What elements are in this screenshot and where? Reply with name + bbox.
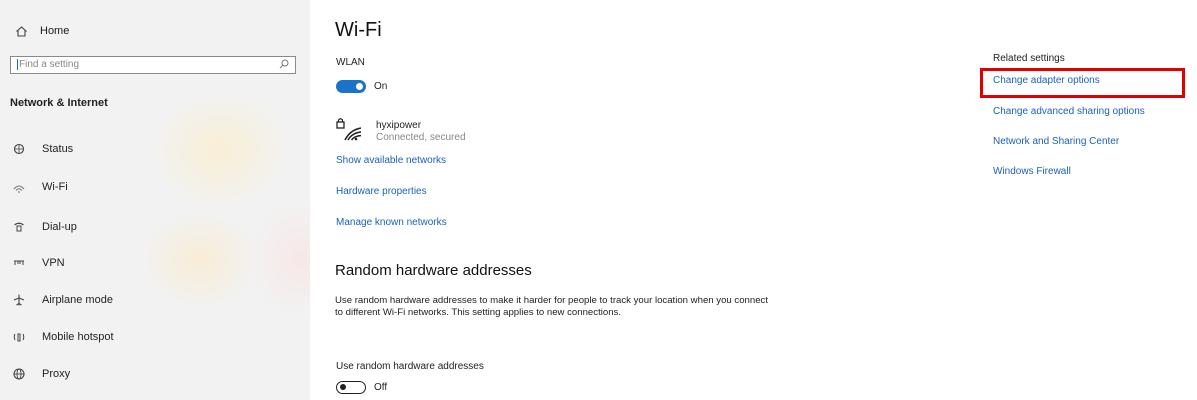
wlan-toggle-state: On [374, 81, 388, 92]
sidebar-item-wifi[interactable]: Wi-Fi [12, 180, 68, 194]
wlan-label: WLAN [336, 57, 365, 68]
network-status: Connected, secured [376, 132, 466, 143]
home-label: Home [40, 25, 70, 37]
sidebar-item-airplane[interactable]: Airplane mode [12, 293, 113, 307]
sidebar-item-label: Status [42, 143, 74, 155]
sidebar-item-label: Proxy [42, 368, 71, 380]
section-title: Network & Internet [10, 97, 108, 109]
sidebar-item-label: Dial-up [42, 221, 77, 233]
globe-icon [12, 367, 26, 381]
home-icon [14, 24, 28, 38]
wlan-toggle[interactable] [336, 80, 366, 93]
toggle-knob [340, 384, 346, 390]
hotspot-icon [12, 330, 26, 344]
search-icon[interactable] [279, 59, 289, 73]
sidebar-item-hotspot[interactable]: Mobile hotspot [12, 330, 114, 344]
sidebar-item-dialup[interactable]: Dial-up [12, 220, 77, 234]
random-hw-title: Random hardware addresses [335, 262, 532, 279]
manage-known-networks-link[interactable]: Manage known networks [336, 217, 447, 228]
status-icon [12, 142, 26, 156]
sidebar-item-home[interactable]: Home [14, 24, 69, 38]
wifi-icon [12, 180, 26, 194]
sidebar: Home Find a setting Network & Internet S… [0, 0, 310, 400]
related-settings-title: Related settings [993, 53, 1065, 64]
random-hw-description: Use random hardware addresses to make it… [335, 295, 769, 318]
random-hw-toggle-state: Off [374, 382, 388, 393]
sidebar-item-label: VPN [42, 257, 65, 269]
sidebar-item-proxy[interactable]: Proxy [12, 367, 70, 381]
airplane-icon [12, 293, 26, 307]
sidebar-item-label: Wi-Fi [42, 181, 68, 193]
sidebar-item-label: Airplane mode [42, 294, 113, 306]
wifi-secured-icon [336, 118, 362, 141]
network-name: hyxipower [376, 120, 422, 131]
show-available-networks-link[interactable]: Show available networks [336, 155, 446, 166]
toggle-knob [356, 83, 363, 90]
sidebar-item-vpn[interactable]: VPN [12, 256, 65, 270]
search-placeholder: Find a setting [19, 59, 80, 71]
random-hw-toggle-label: Use random hardware addresses [336, 361, 484, 372]
random-hw-toggle[interactable] [336, 381, 366, 394]
hardware-properties-link[interactable]: Hardware properties [336, 186, 427, 197]
dialup-icon [12, 220, 26, 234]
sidebar-item-label: Mobile hotspot [42, 331, 114, 343]
highlight-box [980, 68, 1185, 98]
text-caret [17, 59, 18, 70]
change-advanced-sharing-link[interactable]: Change advanced sharing options [993, 106, 1145, 117]
search-input[interactable]: Find a setting [10, 56, 296, 74]
page-title: Wi-Fi [335, 19, 382, 41]
network-sharing-center-link[interactable]: Network and Sharing Center [993, 136, 1119, 147]
sidebar-item-status[interactable]: Status [12, 142, 73, 156]
windows-firewall-link[interactable]: Windows Firewall [993, 166, 1071, 177]
vpn-icon [12, 256, 26, 270]
